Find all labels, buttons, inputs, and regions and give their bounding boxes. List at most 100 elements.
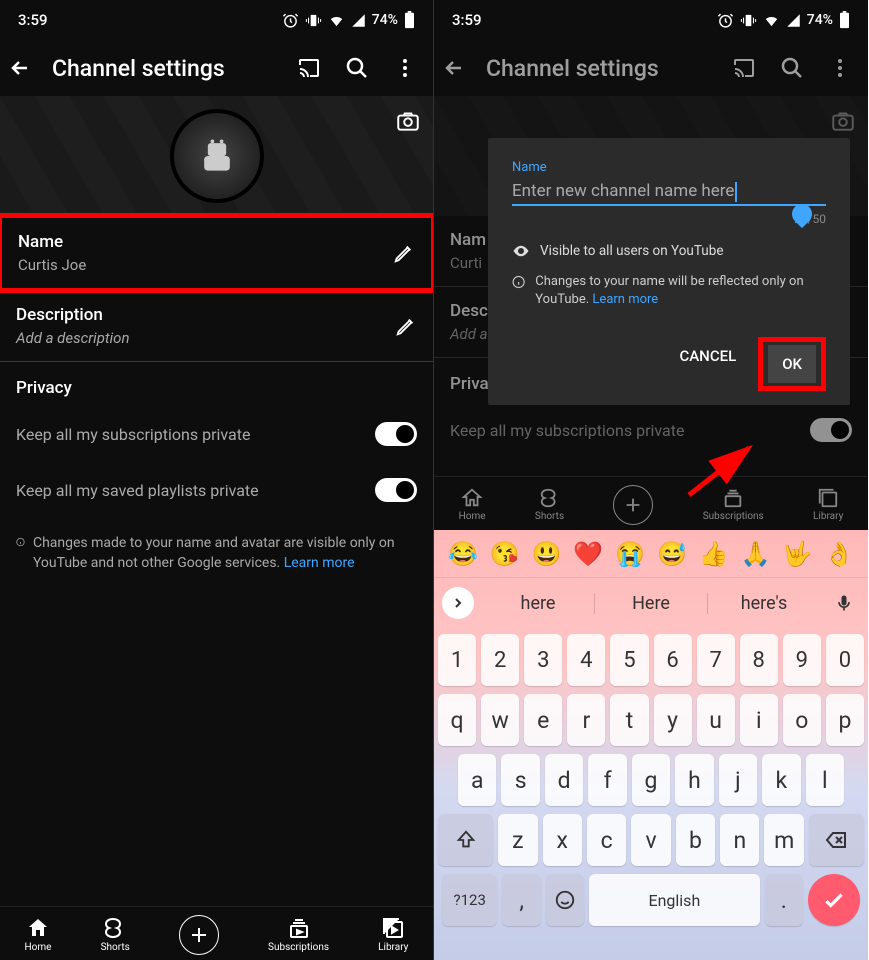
nav-library[interactable]: Library <box>378 916 408 953</box>
toggle-on[interactable] <box>375 422 417 446</box>
playlists-private-row[interactable]: Keep all my saved playlists private <box>0 462 433 518</box>
learn-more-link[interactable]: Learn more <box>284 555 355 571</box>
symbols-key[interactable]: ?123 <box>442 874 497 926</box>
key-k[interactable]: k <box>762 754 800 806</box>
back-icon[interactable] <box>8 56 32 80</box>
suggestion[interactable]: here's <box>708 593 820 614</box>
subscriptions-private-row[interactable]: Keep all my subscriptions private <box>0 406 433 462</box>
page-title: Channel settings <box>52 55 277 82</box>
signal-icon <box>786 13 801 28</box>
key-l[interactable]: l <box>806 754 844 806</box>
toggle-on[interactable] <box>375 478 417 502</box>
more-icon <box>828 56 852 80</box>
key-b[interactable]: b <box>676 814 715 866</box>
suggestion[interactable]: Here <box>595 593 708 614</box>
privacy-title: Privacy <box>0 362 433 406</box>
key-0[interactable]: 0 <box>826 634 864 686</box>
expand-icon[interactable] <box>442 587 474 619</box>
key-x[interactable]: x <box>543 814 582 866</box>
description-row[interactable]: Description Add a description <box>0 291 433 361</box>
nav-create[interactable] <box>179 915 219 955</box>
name-dialog: Name Enter new channel name here 27/50 V… <box>488 138 850 405</box>
key-n[interactable]: n <box>720 814 759 866</box>
camera-icon <box>830 108 856 138</box>
edit-icon[interactable] <box>395 315 417 337</box>
key-v[interactable]: v <box>631 814 670 866</box>
key-s[interactable]: s <box>501 754 539 806</box>
nav-shorts[interactable]: Shorts <box>101 916 130 953</box>
app-header: Channel settings <box>0 40 433 96</box>
key-y[interactable]: y <box>654 694 692 746</box>
cast-icon[interactable] <box>297 56 321 80</box>
back-icon <box>442 56 466 80</box>
done-key[interactable] <box>808 874 860 926</box>
key-u[interactable]: u <box>697 694 735 746</box>
suggestion-row: here Here here's <box>434 578 868 628</box>
cancel-button[interactable]: CANCEL <box>665 337 750 391</box>
nav-subscriptions[interactable]: Subscriptions <box>268 916 329 953</box>
key-i[interactable]: i <box>740 694 778 746</box>
key-p[interactable]: p <box>826 694 864 746</box>
key-o[interactable]: o <box>783 694 821 746</box>
key-r[interactable]: r <box>567 694 605 746</box>
key-1[interactable]: 1 <box>438 634 476 686</box>
char-counter: 27/50 <box>512 212 826 226</box>
ok-button[interactable]: OK <box>768 345 816 383</box>
nav-home[interactable]: Home <box>25 916 52 953</box>
channel-banner <box>0 96 433 216</box>
key-h[interactable]: h <box>675 754 713 806</box>
learn-more-link[interactable]: Learn more <box>592 292 658 307</box>
key-f[interactable]: f <box>588 754 626 806</box>
eye-icon <box>512 242 530 260</box>
battery-icon <box>404 11 415 29</box>
screen-left: 3:59 74% Channel settings Name <box>0 0 434 960</box>
key-7[interactable]: 7 <box>697 634 735 686</box>
key-t[interactable]: t <box>610 694 648 746</box>
comma-key[interactable]: , <box>502 874 540 926</box>
space-key[interactable]: English <box>589 874 760 926</box>
key-w[interactable]: w <box>481 694 519 746</box>
backspace-key[interactable] <box>809 814 864 866</box>
key-e[interactable]: e <box>524 694 562 746</box>
bottom-nav: Home Shorts Subscriptions Library <box>0 906 433 960</box>
key-z[interactable]: z <box>498 814 537 866</box>
description-placeholder: Add a description <box>16 329 395 347</box>
name-input[interactable]: Enter new channel name here <box>512 181 826 206</box>
search-icon[interactable] <box>345 56 369 80</box>
key-6[interactable]: 6 <box>654 634 692 686</box>
vibrate-icon <box>740 12 757 29</box>
alarm-icon <box>282 12 299 29</box>
key-q[interactable]: q <box>438 694 476 746</box>
shift-key[interactable] <box>438 814 493 866</box>
key-g[interactable]: g <box>632 754 670 806</box>
app-header: Channel settings <box>434 40 868 96</box>
emoji-key[interactable] <box>546 874 584 926</box>
key-3[interactable]: 3 <box>524 634 562 686</box>
key-2[interactable]: 2 <box>481 634 519 686</box>
keyboard: 😂😘😃❤️😭😅👍🙏🤟👌 here Here here's 1234567890 … <box>434 530 868 960</box>
more-icon[interactable] <box>393 56 417 80</box>
avatar[interactable] <box>170 109 264 203</box>
key-9[interactable]: 9 <box>783 634 821 686</box>
vibrate-icon <box>305 12 322 29</box>
key-c[interactable]: c <box>587 814 626 866</box>
key-j[interactable]: j <box>719 754 757 806</box>
key-8[interactable]: 8 <box>740 634 778 686</box>
name-row[interactable]: Name Curtis Joe <box>0 213 434 293</box>
dialog-field-label: Name <box>512 160 826 175</box>
name-value: Curtis Joe <box>18 256 393 274</box>
emoji-row[interactable]: 😂😘😃❤️😭😅👍🙏🤟👌 <box>434 530 868 578</box>
mic-icon[interactable] <box>828 593 860 613</box>
signal-icon <box>351 13 366 28</box>
bottom-nav: Home Shorts Subscriptions Library <box>434 476 868 530</box>
key-a[interactable]: a <box>458 754 496 806</box>
name-label: Name <box>18 232 393 252</box>
key-m[interactable]: m <box>764 814 803 866</box>
period-key[interactable]: . <box>765 874 803 926</box>
key-d[interactable]: d <box>545 754 583 806</box>
edit-icon[interactable] <box>393 242 415 264</box>
key-5[interactable]: 5 <box>610 634 648 686</box>
key-4[interactable]: 4 <box>567 634 605 686</box>
suggestion[interactable]: here <box>482 593 595 614</box>
camera-icon[interactable] <box>395 108 421 138</box>
